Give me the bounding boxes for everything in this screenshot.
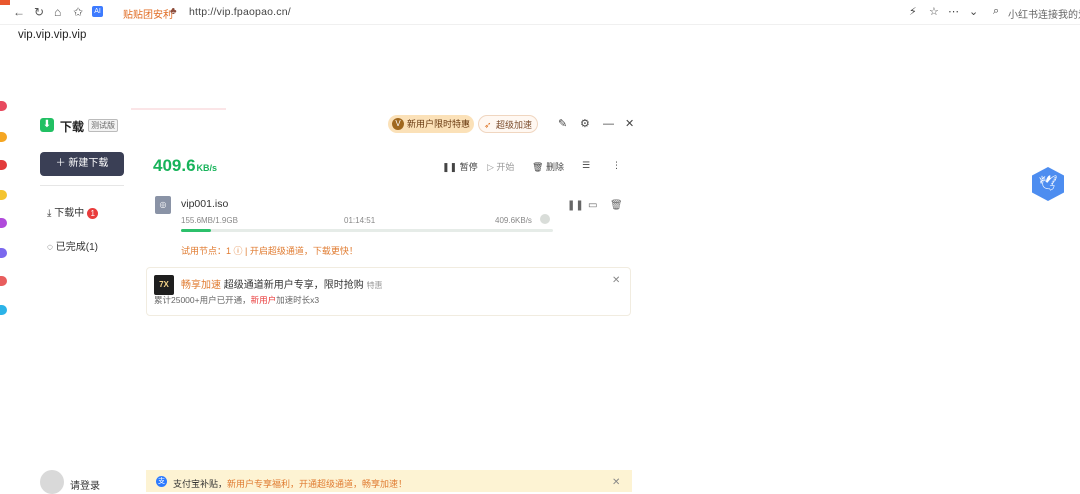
pause-all-button[interactable]: ❚❚ 暂停 — [442, 160, 478, 173]
speed-unit: KB/s — [196, 163, 218, 173]
open-folder-icon[interactable]: ▭ — [588, 200, 597, 211]
address-bar[interactable]: http://vip.fpaopao.cn/ — [189, 6, 291, 18]
promo-brand: 畅享加速 — [181, 280, 221, 291]
promo-close-icon[interactable]: ✕ — [612, 275, 620, 286]
accelerate-hint[interactable]: 试用节点：1 ⓘ | 开启超级通道，下载更快！ — [181, 244, 358, 257]
notice-close-icon[interactable]: ✕ — [612, 477, 620, 488]
notice-lead: 支付宝补贴， — [173, 479, 228, 489]
progress-fill — [181, 229, 211, 232]
shortcut-icon[interactable] — [0, 190, 7, 200]
more-vertical-icon[interactable]: ⋮ — [612, 160, 621, 171]
tab-badge — [0, 0, 10, 5]
speed-value: 409.6 — [153, 156, 196, 175]
start-all-button[interactable]: ▷ 开始 — [487, 160, 514, 173]
shortcut-icon[interactable] — [0, 132, 7, 142]
shortcut-icon[interactable] — [0, 305, 7, 315]
vip-offer-label: 新用户限时特惠 — [407, 119, 471, 129]
floating-bird-icon[interactable]: 🕊 — [1032, 167, 1064, 201]
progress-bar — [181, 229, 553, 232]
login-link[interactable]: 请登录 — [70, 477, 100, 492]
time-remaining: 01:14:51 — [344, 216, 376, 225]
new-download-button[interactable]: ＋ 新建下载 — [40, 152, 124, 176]
promo-title: 畅享加速 超级通道新用户专享，限时抢购 特惠 — [181, 276, 383, 291]
promo-headline: 超级通道新用户专享，限时抢购 — [223, 280, 364, 291]
sidebar-item-downloading[interactable]: ⤓ 下载中 1 — [47, 204, 99, 219]
minimize-icon[interactable]: — — [603, 119, 614, 130]
item-speed: 409.6KB/s — [495, 216, 532, 225]
page-heading: vip.vip.vip.vip — [18, 29, 87, 41]
settings-gear-icon[interactable]: ⚙ — [580, 119, 590, 130]
site-security-icon[interactable]: ♣ — [170, 6, 177, 17]
favorite-star-icon[interactable]: ☆ — [929, 5, 939, 18]
rocket-icon: ➶ — [484, 120, 492, 130]
sidebar-divider — [40, 185, 124, 186]
vip-crown-icon: V — [392, 118, 404, 130]
count-badge: 1 — [87, 207, 99, 219]
back-icon[interactable]: ← — [13, 5, 25, 19]
shortcut-icon[interactable] — [0, 218, 7, 228]
item-delete-icon[interactable]: 🗑 — [610, 200, 623, 211]
shortcut-icon[interactable] — [0, 248, 7, 258]
new-download-label: 新建下载 — [68, 158, 109, 169]
more-icon[interactable]: ⋯ — [948, 5, 959, 18]
pause-icon: ❚❚ — [442, 162, 460, 172]
tip-text[interactable]: 贴贴团安利 — [123, 6, 173, 21]
window-top-accent — [131, 108, 226, 110]
avatar[interactable] — [40, 470, 64, 494]
file-name[interactable]: vip001.iso — [181, 198, 228, 210]
app-title: 下载 — [60, 120, 85, 134]
list-view-icon[interactable]: ☰ — [582, 160, 590, 171]
super-accelerate-label: 超级加速 — [496, 120, 533, 130]
shortcut-icon[interactable] — [0, 101, 7, 111]
plus-icon: ＋ — [55, 158, 69, 169]
download-logo-icon: ⬇ — [40, 118, 54, 132]
vip-offer-button[interactable]: V 新用户限时特惠 — [388, 115, 474, 133]
lightning-icon[interactable]: ⚡ — [909, 5, 917, 18]
notice-text: 支付宝补贴，新用户专享福利，开通超级通道，畅享加速！ — [173, 477, 407, 490]
shortcut-icon[interactable] — [0, 160, 7, 170]
promo-subtitle: 累计25000+用户已开通，新用户加速时长x3 — [154, 294, 319, 306]
start-all-label: 开始 — [496, 162, 515, 172]
user-icon — [540, 214, 550, 224]
promo-sub-highlight: 新用户 — [250, 295, 277, 305]
promo-sub-tail: 加速时长x3 — [276, 295, 320, 305]
item-pause-icon[interactable]: ❚❚ — [567, 200, 584, 211]
file-size: 155.6MB/1.9GB — [181, 216, 238, 225]
total-speed: 409.6KB/s — [153, 156, 217, 176]
sidebar-item-label: 下载中 — [54, 208, 85, 219]
promo-tag: 特惠 — [366, 281, 383, 290]
delete-button[interactable]: 🗑 删除 — [532, 160, 564, 173]
promo-sub-text: 累计25000+用户已开通， — [154, 295, 251, 305]
shortcut-icon[interactable] — [0, 276, 7, 286]
promo-logo: 7X — [154, 275, 174, 295]
beta-tag: 测试版 — [88, 119, 118, 132]
promo-card[interactable] — [146, 267, 631, 316]
close-icon[interactable]: ✕ — [625, 119, 634, 130]
home-icon[interactable]: ⌂ — [54, 5, 61, 19]
edit-icon[interactable]: ✎ — [558, 119, 567, 130]
notice-highlight: 新用户专享福利，开通超级通道，畅享加速！ — [227, 479, 408, 489]
refresh-icon[interactable]: ↻ — [34, 5, 44, 19]
trash-icon: 🗑 — [532, 162, 546, 172]
check-circle-icon: ◌ — [47, 242, 56, 253]
pause-all-label: 暂停 — [459, 162, 478, 172]
file-disc-icon: ◎ — [155, 196, 171, 214]
sidebar-item-completed[interactable]: ◌ 已完成(1) — [47, 238, 98, 253]
search-hint[interactable]: 小红书连接我的爱 — [1008, 6, 1080, 21]
delete-label: 删除 — [545, 162, 564, 172]
alipay-icon: 支 — [156, 476, 167, 487]
super-accelerate-button[interactable]: ➶ 超级加速 — [478, 115, 538, 133]
chevron-down-icon[interactable]: ⌄ — [969, 5, 978, 18]
ai-extension-icon[interactable]: AI — [92, 6, 103, 17]
bookmark-star-icon[interactable]: ✩ — [73, 5, 83, 19]
search-icon[interactable]: ⌕ — [993, 5, 999, 18]
sidebar-item-label: 已完成(1) — [55, 242, 98, 253]
play-icon: ▷ — [487, 162, 497, 172]
